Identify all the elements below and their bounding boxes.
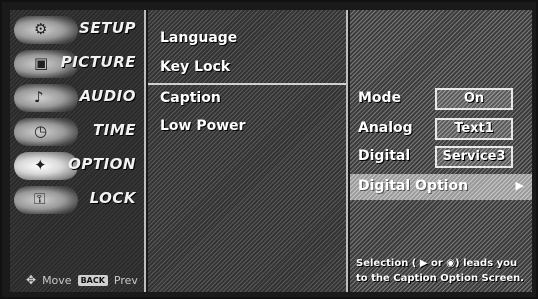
help-text: Selection ( ▶ or ◉) leads you to the Cap…	[356, 256, 530, 286]
move-hint: Move	[42, 273, 72, 287]
arrow-right-icon: ▶	[515, 179, 524, 192]
option-key-lock[interactable]: Key Lock	[160, 59, 230, 75]
back-key-icon: BACK	[77, 274, 108, 286]
lock-icon: ⚿	[14, 186, 78, 214]
digital-option-label: Digital Option	[358, 178, 469, 194]
menu-item-label: OPTION	[68, 155, 136, 173]
help-line-2: to the Caption Option Screen.	[356, 273, 525, 284]
option-divider	[148, 83, 346, 85]
menu-item-lock[interactable]: ⚿ LOCK	[14, 184, 142, 216]
analog-label: Analog	[358, 120, 413, 136]
prev-hint: Prev	[113, 273, 138, 287]
menu-footer: ✥ Move BACK Prev	[26, 272, 138, 288]
tv-menu-screen: ⚙ SETUP ▣ PICTURE ♪ AUDIO ◷ TIME ✦ OPTIO…	[0, 0, 538, 299]
option-low-power[interactable]: Low Power	[160, 118, 246, 134]
option-language[interactable]: Language	[160, 30, 237, 46]
option-list: Language Key Lock Caption Low Power	[148, 10, 348, 292]
menu-item-label: TIME	[93, 121, 136, 139]
menu-item-label: PICTURE	[60, 53, 136, 71]
main-menu: ⚙ SETUP ▣ PICTURE ♪ AUDIO ◷ TIME ✦ OPTIO…	[10, 10, 146, 292]
menu-item-label: SETUP	[79, 19, 136, 37]
menu-item-label: AUDIO	[79, 87, 136, 105]
menu-item-audio[interactable]: ♪ AUDIO	[14, 82, 142, 114]
setup-icon: ⚙	[14, 16, 78, 44]
audio-icon: ♪	[14, 84, 78, 112]
option-caption[interactable]: Caption	[160, 90, 221, 106]
menu-item-time[interactable]: ◷ TIME	[14, 116, 142, 148]
menu-item-option[interactable]: ✦ OPTION	[14, 150, 142, 182]
mode-value[interactable]: On	[435, 88, 513, 110]
digital-option-row[interactable]: Digital Option ▶	[350, 174, 532, 200]
analog-value[interactable]: Text1	[435, 118, 513, 140]
menu-item-label: LOCK	[89, 189, 136, 207]
caption-settings: Mode On Analog Text1 Digital Service3 Di…	[350, 10, 532, 292]
help-line-1: Selection ( ▶ or ◉) leads you	[356, 258, 518, 269]
mode-label: Mode	[358, 90, 402, 106]
move-arrows-icon: ✥	[26, 273, 37, 287]
digital-label: Digital	[358, 148, 411, 164]
menu-item-setup[interactable]: ⚙ SETUP	[14, 14, 142, 46]
menu-item-picture[interactable]: ▣ PICTURE	[14, 48, 142, 80]
time-icon: ◷	[14, 118, 78, 146]
digital-value[interactable]: Service3	[435, 146, 513, 168]
